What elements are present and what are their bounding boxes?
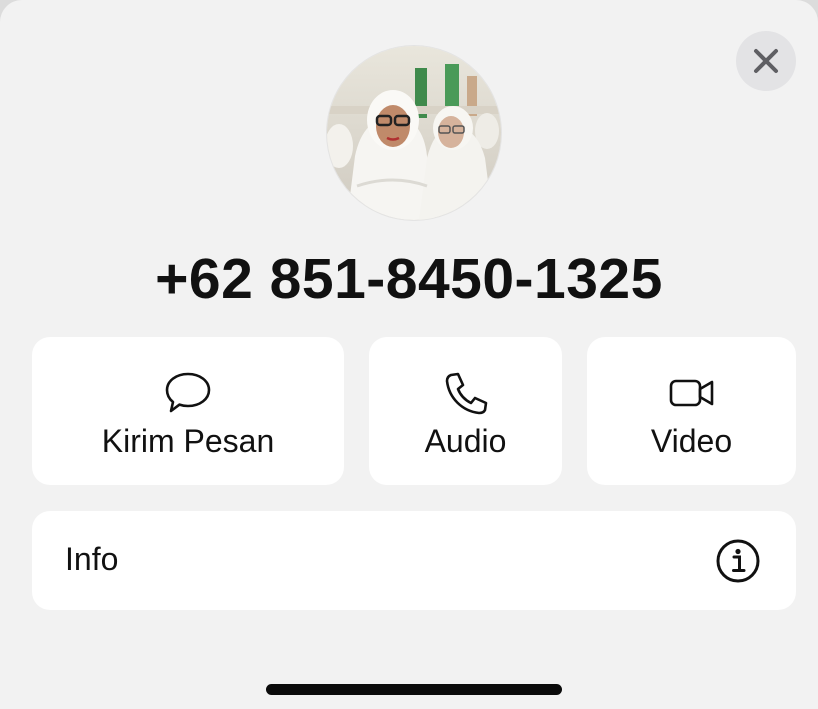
phone-icon — [445, 372, 487, 415]
info-circle-icon — [716, 539, 760, 583]
video-call-button[interactable]: Video — [587, 337, 796, 485]
info-label: Info — [65, 541, 119, 577]
avatar[interactable] — [327, 46, 501, 220]
contact-phone-number: +62 851-8450-1325 — [155, 247, 663, 311]
send-message-label: Kirim Pesan — [101, 423, 275, 459]
video-call-label: Video — [650, 423, 733, 459]
message-bubble-icon — [165, 372, 211, 413]
contact-sheet: +62 851-8450-1325 Kirim Pesan Audio Vide… — [0, 0, 818, 709]
audio-call-button[interactable]: Audio — [369, 337, 562, 485]
video-camera-icon — [669, 379, 713, 407]
send-message-button[interactable]: Kirim Pesan — [32, 337, 344, 485]
info-row[interactable]: Info — [32, 511, 796, 610]
avatar-photo — [327, 46, 501, 220]
audio-call-label: Audio — [424, 423, 507, 459]
home-indicator[interactable] — [266, 684, 562, 695]
close-icon — [754, 49, 778, 73]
close-button[interactable] — [736, 31, 796, 91]
